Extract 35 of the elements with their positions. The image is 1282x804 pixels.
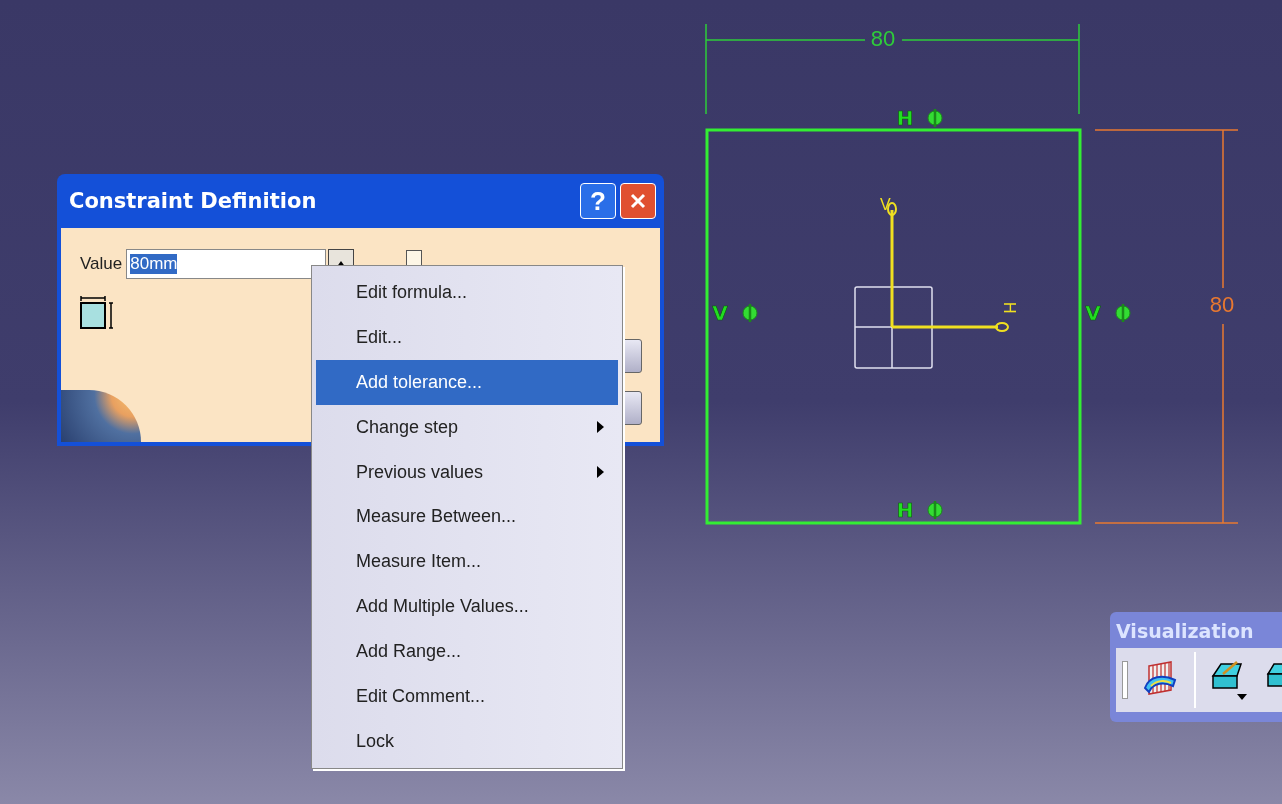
menu-item[interactable]: Add tolerance... (316, 359, 618, 405)
dialog-title: Constraint Definition (69, 189, 318, 213)
constraint-label: H (896, 105, 914, 130)
constraint-label: V (1085, 300, 1101, 325)
constraint-label: H (896, 497, 914, 522)
help-button[interactable]: ? (580, 183, 616, 219)
axis-label: H (1001, 302, 1018, 314)
fix-constraint-icon (927, 109, 943, 127)
menu-item[interactable]: Lock (316, 719, 618, 764)
submenu-arrow-icon (597, 466, 604, 479)
menu-item[interactable]: Edit... (316, 314, 618, 360)
fix-constraint-icon (1115, 304, 1131, 322)
axis-label: V (880, 196, 891, 213)
close-button[interactable] (620, 183, 656, 219)
constraint-label: V (712, 300, 728, 325)
menu-item[interactable]: Previous values (316, 449, 618, 495)
toolbar-title: Visualization (1116, 620, 1254, 642)
menu-item[interactable]: Edit Comment... (316, 674, 618, 720)
height-dimension: 80 (1209, 291, 1235, 317)
menu-item[interactable]: Change step (316, 404, 618, 450)
menu-item[interactable]: Measure Item... (316, 539, 618, 585)
dimension-icon (79, 294, 115, 330)
value-field[interactable]: 80mm (126, 249, 327, 279)
menu-item[interactable]: Add Multiple Values... (316, 584, 618, 630)
value-label: Value (80, 254, 123, 274)
menu-item[interactable]: Add Range... (316, 629, 618, 675)
fix-constraint-icon (742, 304, 758, 322)
width-dimension: 80 (870, 25, 896, 51)
fix-constraint-icon (927, 501, 943, 519)
sketch-rectangle[interactable] (705, 128, 1082, 525)
close-icon (629, 192, 647, 210)
submenu-arrow-icon (597, 421, 604, 434)
reference-checkbox[interactable] (406, 250, 423, 266)
origin-grid-icon (854, 286, 933, 369)
menu-item[interactable]: Measure Between... (316, 494, 618, 540)
